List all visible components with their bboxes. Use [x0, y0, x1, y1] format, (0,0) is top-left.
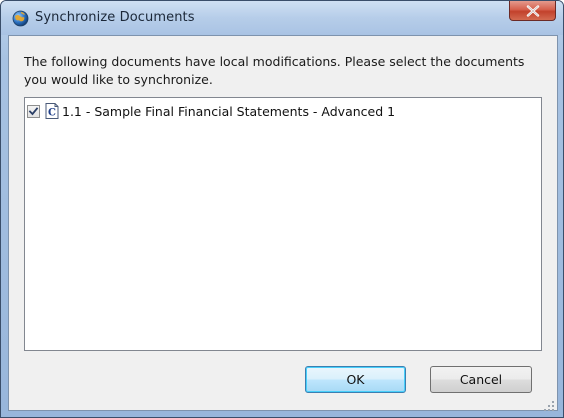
close-button[interactable] — [509, 1, 556, 21]
cancel-button[interactable]: Cancel — [430, 366, 532, 393]
dialog-window: Synchronize Documents The following docu… — [0, 0, 564, 418]
instruction-message: The following documents have local modif… — [24, 54, 525, 87]
document-label: 1.1 - Sample Final Financial Statements … — [62, 103, 396, 119]
title-bar[interactable]: Synchronize Documents — [1, 1, 563, 35]
document-c-icon: C — [45, 103, 59, 119]
document-list[interactable]: C 1.1 - Sample Final Financial Statement… — [24, 97, 542, 351]
resize-grip[interactable] — [544, 397, 555, 411]
window-title: Synchronize Documents — [35, 10, 195, 25]
checkmark-icon — [28, 106, 39, 115]
list-item[interactable]: C 1.1 - Sample Final Financial Statement… — [27, 102, 395, 120]
close-icon — [526, 4, 540, 17]
svg-text:C: C — [48, 108, 56, 119]
globe-icon — [12, 10, 29, 27]
dialog-body: The following documents have local modif… — [8, 35, 558, 411]
document-checkbox[interactable] — [27, 104, 40, 118]
ok-button[interactable]: OK — [305, 366, 406, 393]
